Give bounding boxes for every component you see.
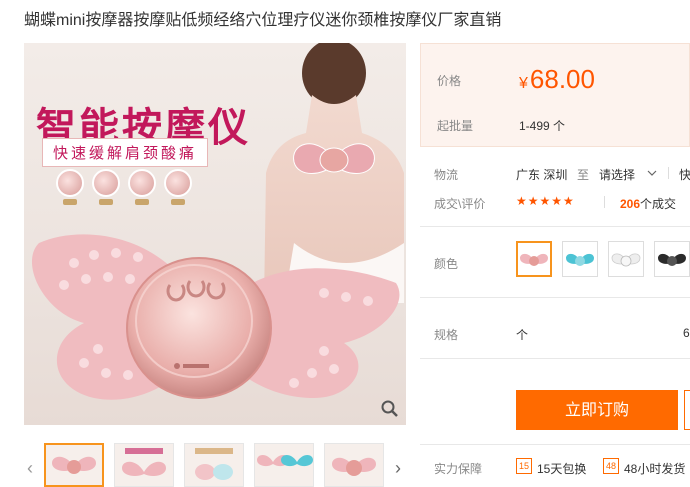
thumb-next-arrow-icon[interactable]: › [392,459,404,477]
divider [420,226,690,227]
deal-count[interactable]: 206个成交 [620,195,676,212]
main-product-image[interactable]: 智能按摩仪 快速缓解肩颈酸痛 [24,43,406,425]
guarantee-label: 实力保障 [434,462,483,476]
star-rating: ★★★★★ [516,194,575,208]
logistics-label: 物流 [434,168,459,182]
48-hour-shipping-icon: 48 [603,458,619,474]
thumb-prev-arrow-icon[interactable]: ‹ [24,459,36,477]
divider [420,358,690,359]
chevron-down-icon[interactable] [647,168,657,178]
guarantee-exchange-text: 15天包换 [537,462,587,476]
product-title: 蝴蝶mini按摩器按摩贴低频经络穴位理疗仪迷你颈椎按摩仪厂家直销 [24,12,502,29]
spec-label: 规格 [434,328,459,342]
spec-quantity-cut: 6 [683,326,690,340]
add-to-cart-button[interactable] [684,390,690,430]
thumbnail-3[interactable] [184,443,244,487]
thumbnail-1[interactable] [44,443,104,487]
deal-count-number: 206 [620,197,641,211]
color-label: 颜色 [434,257,459,271]
color-option-pink[interactable] [516,241,552,277]
color-option-teal[interactable] [562,241,598,277]
thumbnail-4[interactable] [254,443,314,487]
moq-value: 1-499 个 [519,119,566,133]
price-box: 价格 ¥68.00 起批量 1-499 个 [420,43,690,147]
order-now-button[interactable]: 立即订购 [516,390,678,430]
divider [420,297,690,298]
price-value: ¥68.00 [519,64,595,95]
separator [668,167,669,179]
thumbnail-strip: ‹ › [24,437,406,487]
reviews-label: 成交\评价 [434,197,486,211]
logistics-to: 至 [577,168,590,182]
spec-value: 个 [516,328,529,342]
destination-select[interactable]: 请选择 [599,166,635,183]
logistics-origin: 广东 深圳 [516,168,568,182]
price-label: 价格 [437,74,462,88]
deal-count-suffix: 个成交 [640,197,677,211]
thumbnail-2[interactable] [114,443,174,487]
color-option-white[interactable] [608,241,644,277]
image-subline: 快速缓解肩颈酸痛 [42,138,209,167]
guarantee-shipping-text: 48小时发货 [624,462,686,476]
zoom-icon[interactable] [380,399,400,419]
moq-label: 起批量 [437,119,474,133]
logistics-cut-text: 快 [679,168,690,182]
15-day-exchange-icon: 15 [516,458,532,474]
color-option-black[interactable] [654,241,690,277]
brand-logo [174,363,209,369]
butterfly-massager-illustration [31,234,400,400]
currency-symbol: ¥ [519,75,528,92]
thumbnail-5[interactable] [324,443,384,487]
separator [604,196,605,208]
divider [420,444,690,445]
price-number: 68.00 [529,64,595,94]
